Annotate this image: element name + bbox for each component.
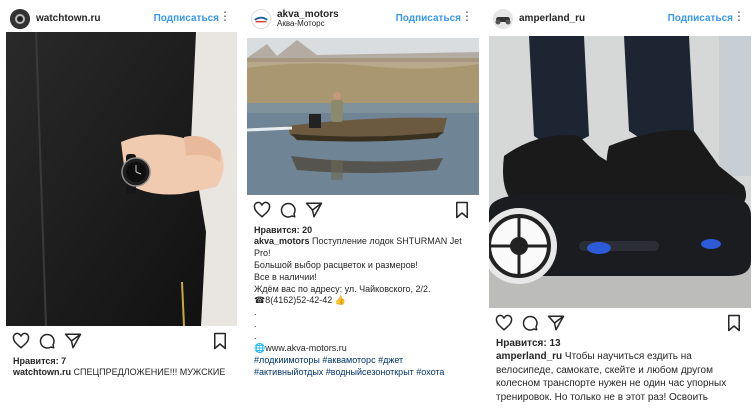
- username[interactable]: amperland_ru: [519, 13, 585, 25]
- share-icon[interactable]: [547, 314, 565, 332]
- post-header: akva_motors Аква-Моторс Подписаться ⋮: [247, 6, 479, 32]
- comment-icon[interactable]: [521, 314, 539, 332]
- comment-icon[interactable]: [279, 201, 297, 219]
- likes-count[interactable]: Нравится: 13: [489, 338, 751, 349]
- post-actions: [489, 308, 751, 338]
- heart-icon[interactable]: [495, 314, 513, 332]
- follow-button[interactable]: Подписаться: [396, 13, 461, 24]
- caption-line: .: [254, 331, 257, 341]
- avatar[interactable]: [10, 9, 30, 29]
- post-amperland: amperland_ru Подписаться ⋮ Нравится: 13 …: [489, 6, 751, 412]
- post-image[interactable]: [6, 32, 237, 326]
- share-icon[interactable]: [305, 201, 323, 219]
- heart-icon[interactable]: [253, 201, 271, 219]
- caption-link[interactable]: 🌐www.akva-motors.ru: [254, 343, 472, 355]
- more-icon[interactable]: ⋮: [733, 10, 745, 22]
- caption: amperland_ru Чтобы научиться ездить на в…: [489, 349, 751, 404]
- post-watchtown: watchtown.ru Подписаться ⋮ Нравится: 7 w…: [6, 6, 237, 382]
- caption-line: ☎8(4162)52-42-42 👍: [254, 295, 346, 306]
- comment-icon[interactable]: [38, 332, 56, 350]
- caption-line: Большой выбор расцветок и размеров!: [254, 259, 418, 270]
- caption: akva_motors Поступление лодок SHTURMAN J…: [247, 235, 479, 379]
- heart-icon[interactable]: [12, 332, 30, 350]
- bookmark-icon[interactable]: [453, 201, 471, 219]
- caption-username[interactable]: amperland_ru: [496, 351, 562, 362]
- username[interactable]: watchtown.ru: [36, 13, 100, 25]
- avatar[interactable]: [493, 9, 513, 29]
- bookmark-icon[interactable]: [725, 314, 743, 332]
- caption-line: .: [254, 319, 257, 330]
- share-icon[interactable]: [64, 332, 82, 350]
- caption-username[interactable]: watchtown.ru: [13, 367, 71, 377]
- post-actions: [6, 326, 237, 356]
- caption: watchtown.ru СПЕЦПРЕДЛОЖЕНИЕ!!! МУЖСКИЕ: [6, 366, 237, 379]
- caption-line: Ждём вас по адресу: ул. Чайковского, 2/2…: [254, 283, 431, 294]
- caption-line: .: [254, 307, 257, 318]
- post-akva-motors: akva_motors Аква-Моторс Подписаться ⋮ Нр…: [247, 6, 479, 380]
- more-icon[interactable]: ⋮: [219, 10, 231, 22]
- follow-button[interactable]: Подписаться: [668, 13, 733, 24]
- avatar[interactable]: [251, 9, 271, 29]
- likes-count[interactable]: Нравится: 20: [247, 225, 479, 235]
- post-header: watchtown.ru Подписаться ⋮: [6, 6, 237, 32]
- more-icon[interactable]: ⋮: [461, 10, 473, 22]
- caption-line: Все в наличии!: [254, 271, 317, 282]
- post-header: amperland_ru Подписаться ⋮: [489, 6, 751, 32]
- bookmark-icon[interactable]: [211, 332, 229, 350]
- location[interactable]: Аква-Моторс: [277, 19, 339, 28]
- follow-button[interactable]: Подписаться: [154, 13, 219, 24]
- hashtags[interactable]: #лодкиимоторы #аквамоторс #джет #активны…: [254, 355, 472, 379]
- post-image[interactable]: [247, 38, 479, 195]
- caption-text: СПЕЦПРЕДЛОЖЕНИЕ!!! МУЖСКИЕ: [73, 367, 226, 377]
- likes-count[interactable]: Нравится: 7: [6, 356, 237, 366]
- caption-username[interactable]: akva_motors: [254, 236, 310, 246]
- post-actions: [247, 195, 479, 225]
- post-image[interactable]: [489, 36, 751, 308]
